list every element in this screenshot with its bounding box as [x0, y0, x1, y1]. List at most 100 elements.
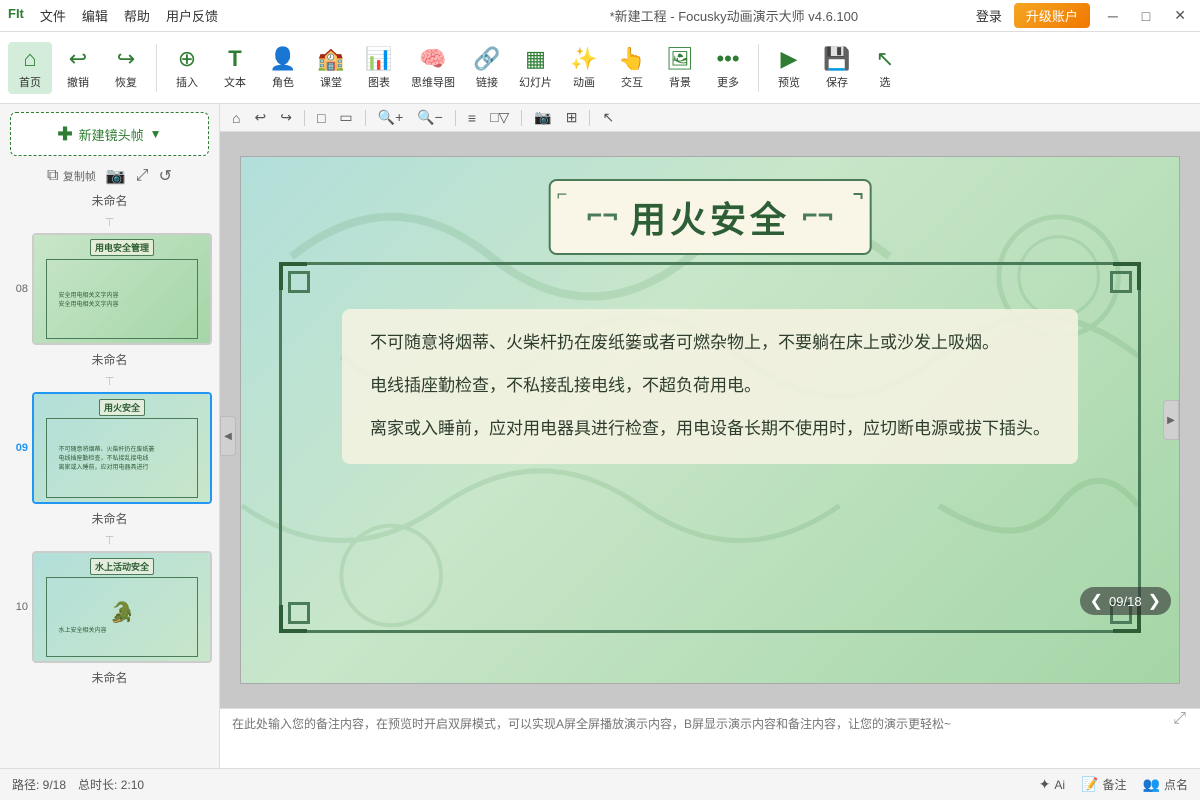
slide-name-top: 未命名 — [0, 190, 219, 215]
upgrade-button[interactable]: 升级账户 — [1014, 3, 1090, 28]
toolbar-preview[interactable]: ▶ 预览 — [767, 42, 811, 94]
rotate-button[interactable]: ↺ — [159, 166, 172, 186]
ctb-zoomout-button[interactable]: 🔍− — [413, 107, 447, 128]
toolbar-role[interactable]: 👤 角色 — [261, 42, 305, 94]
toolbar-select[interactable]: ↖ 选 — [863, 42, 907, 94]
toolbar-chart[interactable]: 📊 图表 — [357, 42, 401, 94]
copy-frame-button[interactable]: ⧉ 复制帧 — [47, 167, 96, 185]
text-label: 文本 — [224, 74, 246, 90]
points-button[interactable]: 👥 点名 — [1143, 776, 1188, 793]
slide-item-09[interactable]: 09 用火安全 不可随意将烟蒂、火柴杆扔在废纸篓 电线插座勤检查，不私接乱接电线… — [32, 392, 209, 504]
title-corner-tl: ⌐ — [557, 185, 568, 203]
toolbar-text[interactable]: T 文本 — [213, 42, 257, 94]
ctb-zoomin-button[interactable]: 🔍+ — [374, 107, 408, 128]
ctb-rect2-button[interactable]: ▭ — [335, 107, 356, 128]
ctb-forward-button[interactable]: ↪ — [276, 107, 296, 128]
menu-feedback[interactable]: 用户反馈 — [166, 6, 218, 25]
ctb-grid-button[interactable]: ⊞ — [562, 107, 582, 128]
ctb-sep-2 — [365, 110, 366, 126]
minimize-button[interactable]: ─ — [1102, 6, 1124, 26]
toolbar-undo[interactable]: ↩ 撤销 — [56, 42, 100, 94]
toolbar-home[interactable]: ⌂ 首页 — [8, 42, 52, 94]
ai-button[interactable]: ✦ Ai — [1039, 776, 1065, 793]
login-button[interactable]: 登录 — [976, 6, 1002, 25]
fullscreen-button[interactable]: ⤢ — [136, 167, 149, 185]
slide-name-10: 未命名 — [0, 667, 219, 692]
slide-title-banner: ⌐ ¬ ⌐¬ 用火安全 ⌐¬ — [549, 179, 872, 255]
notes-button[interactable]: 📝 备注 — [1081, 776, 1126, 793]
slide-number-09: 09 — [10, 442, 28, 454]
chevron-down-icon: ▼ — [150, 127, 162, 141]
rotate-icon: ↺ — [159, 168, 172, 185]
toolbar-animation[interactable]: ✨ 动画 — [562, 42, 606, 94]
title-bracket-icon: ⌐¬ — [587, 202, 618, 232]
slide-action-toolbar: ⧉ 复制帧 📷 ⤢ ↺ — [0, 164, 219, 190]
points-icon: 👥 — [1143, 776, 1160, 793]
ctb-home-button[interactable]: ⌂ — [228, 108, 244, 128]
content-para-3: 离家或入睡前，应对用电器具进行检查，用电设备长期不使用时，应切断电源或拔下插头。 — [370, 415, 1050, 444]
ctb-back-button[interactable]: ↩ — [250, 107, 270, 128]
toolbar-mindmap[interactable]: 🧠 思维导图 — [405, 42, 461, 94]
ctb-align-button[interactable]: ≡ — [464, 108, 480, 128]
ctb-pointer-button[interactable]: ↖ — [598, 107, 618, 128]
title-bar: FIt 文件 编辑 帮助 用户反馈 *新建工程 - Focusky动画演示大师 … — [0, 0, 1200, 32]
canvas-toolbar: ⌂ ↩ ↪ □ ▭ 🔍+ 🔍− ≡ □▽ 📷 ⊞ ↖ — [220, 104, 1200, 132]
toolbar-divider-1 — [156, 44, 157, 92]
ctb-screenshot-button[interactable]: 📷 — [530, 107, 555, 128]
toolbar-slide[interactable]: ▦ 幻灯片 — [513, 42, 558, 94]
role-label: 角色 — [272, 74, 294, 90]
toolbar-classroom[interactable]: 🏫 课堂 — [309, 42, 353, 94]
undo-label: 撤销 — [67, 74, 89, 90]
slide-thumb-08[interactable]: 用电安全管理 安全用电相关文字内容 安全用电相关文字内容 — [32, 233, 212, 345]
bg-icon: 🖼 — [666, 46, 694, 72]
ctb-rect-button[interactable]: □ — [313, 108, 329, 128]
link-label: 链接 — [476, 74, 498, 90]
new-frame-button[interactable]: ✚ 新建镜头帧 ▼ — [10, 112, 209, 156]
separator-icon-3: ⊤ — [105, 534, 115, 547]
toolbar-interact[interactable]: 👆 交互 — [610, 42, 654, 94]
expand-panel-button[interactable]: ▶ — [1163, 400, 1179, 440]
camera-icon: 📷 — [106, 168, 126, 185]
slide-separator-2: ⊤ — [0, 374, 219, 388]
prev-page-button[interactable]: ❮ — [1090, 591, 1103, 611]
camera-button[interactable]: 📷 — [106, 166, 126, 186]
maximize-button[interactable]: □ — [1136, 6, 1156, 26]
toolbar-save[interactable]: 💾 保存 — [815, 42, 859, 94]
toolbar-divider-2 — [758, 44, 759, 92]
toolbar-more[interactable]: ••• 更多 — [706, 42, 750, 94]
menu-logo: FIt — [8, 6, 24, 25]
chart-label: 图表 — [368, 74, 390, 90]
slide-thumb-10[interactable]: 水上活动安全 🐊 水上安全相关内容 — [32, 551, 212, 663]
menu-edit[interactable]: 编辑 — [82, 6, 108, 25]
canvas-wrapper[interactable]: ⌐ ¬ ⌐¬ 用火安全 ⌐¬ — [220, 132, 1200, 708]
toolbar-link[interactable]: 🔗 链接 — [465, 42, 509, 94]
next-page-button[interactable]: ❯ — [1148, 591, 1161, 611]
slide-name-09: 未命名 — [0, 508, 219, 533]
menu-file[interactable]: 文件 — [40, 6, 66, 25]
notes-expand-button[interactable]: ⤢ — [1173, 710, 1186, 728]
toolbar-bg[interactable]: 🖼 背景 — [658, 42, 702, 94]
slide-number-10: 10 — [10, 601, 28, 613]
mindmap-label: 思维导图 — [411, 74, 455, 90]
interact-label: 交互 — [621, 74, 643, 90]
notes-textarea[interactable] — [232, 715, 1188, 762]
page-navigation: ❮ 09/18 ❯ — [1080, 587, 1171, 615]
content-para-2: 电线插座勤检查，不私接乱接电线，不超负荷用电。 — [370, 372, 1050, 401]
slide-item-10[interactable]: 10 水上活动安全 🐊 水上安全相关内容 — [32, 551, 209, 663]
slide-item-08[interactable]: 08 用电安全管理 安全用电相关文字内容 安全用电相关文字内容 — [32, 233, 209, 345]
ornament-bl — [288, 602, 310, 624]
toolbar-redo[interactable]: ↪ 恢复 — [104, 42, 148, 94]
slide-icon: ▦ — [525, 46, 546, 72]
ctb-group-button[interactable]: □▽ — [486, 107, 513, 128]
slide-number-08: 08 — [10, 283, 28, 295]
duration-info: 总时长: 2:10 — [78, 776, 144, 793]
close-button[interactable]: ✕ — [1168, 5, 1192, 26]
toolbar-insert[interactable]: ⊕ 插入 — [165, 42, 209, 94]
insert-icon: ⊕ — [178, 46, 196, 72]
menu-help[interactable]: 帮助 — [124, 6, 150, 25]
slide-canvas: ⌐ ¬ ⌐¬ 用火安全 ⌐¬ — [240, 156, 1180, 684]
ornament-tr — [1110, 271, 1132, 293]
slide-thumb-09[interactable]: 用火安全 不可随意将烟蒂、火柴杆扔在废纸篓 电线插座勤检查，不私接乱接电线 离家… — [32, 392, 212, 504]
ai-label: Ai — [1054, 778, 1065, 792]
collapse-panel-button[interactable]: ◀ — [220, 416, 236, 456]
